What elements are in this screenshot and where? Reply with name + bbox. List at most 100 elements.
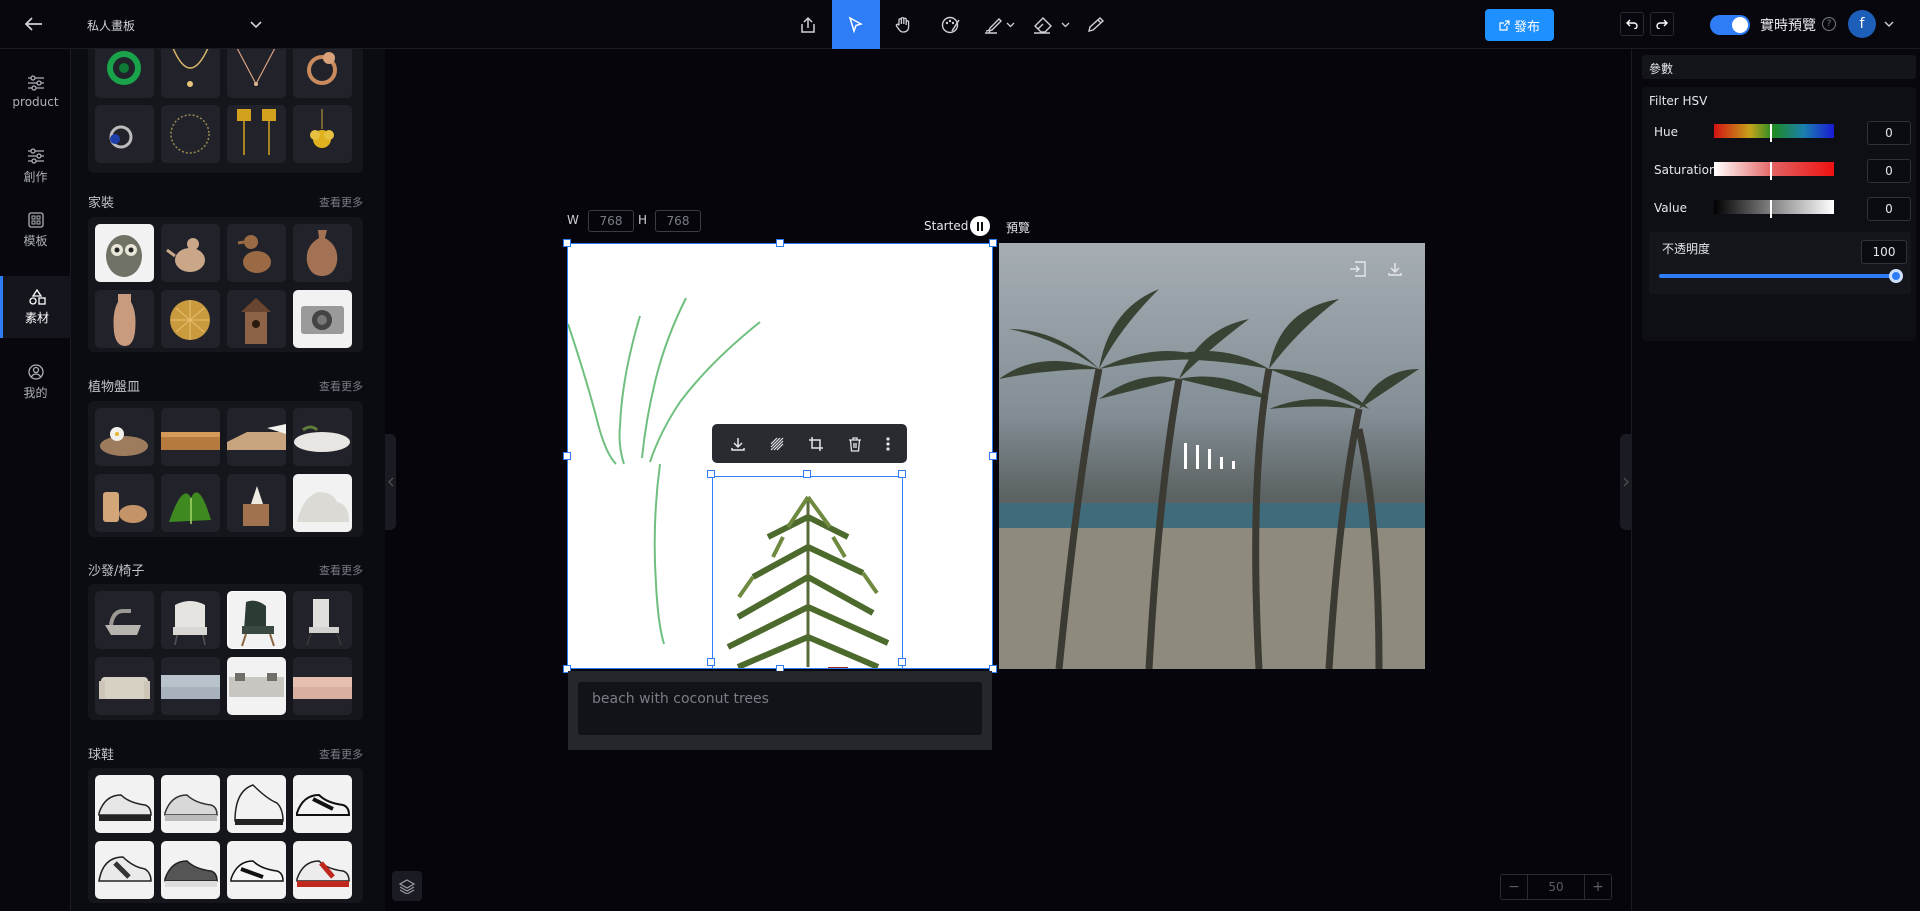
see-more-link[interactable]: 查看更多: [319, 562, 363, 578]
thumb-wood-logs[interactable]: [95, 474, 154, 532]
thumb-sneaker-8[interactable]: [293, 841, 352, 899]
thumb-green-chair[interactable]: [227, 591, 286, 649]
pause-button[interactable]: [970, 216, 990, 236]
realtime-toggle[interactable]: [1710, 15, 1750, 35]
download-icon[interactable]: [730, 436, 746, 452]
thumb-pedestal-leaf[interactable]: [227, 474, 286, 532]
collapse-right-handle[interactable]: [1620, 434, 1631, 530]
download-icon[interactable]: [1387, 261, 1403, 277]
thumb-wood-board[interactable]: [161, 408, 220, 466]
publish-button[interactable]: 發布: [1485, 9, 1554, 41]
thumb-sneaker-1[interactable]: [95, 775, 154, 833]
height-input[interactable]: 768: [655, 210, 701, 232]
thumb-gold-necklace[interactable]: [161, 49, 220, 98]
opacity-slider-thumb[interactable]: [1889, 269, 1903, 283]
pen-icon[interactable]: [1083, 12, 1109, 38]
saturation-value-input[interactable]: 0: [1867, 159, 1911, 183]
crop-icon[interactable]: [808, 436, 824, 452]
eraser-tool-button[interactable]: [1030, 12, 1072, 38]
hand-icon[interactable]: [890, 12, 916, 38]
avatar[interactable]: f: [1848, 10, 1876, 38]
thumb-sneaker-5[interactable]: [95, 841, 154, 899]
see-more-link[interactable]: 查看更多: [319, 378, 363, 394]
object-handle[interactable]: [898, 658, 906, 666]
see-more-link[interactable]: 查看更多: [319, 746, 363, 762]
resize-handle[interactable]: [989, 239, 997, 247]
see-more-link[interactable]: 查看更多: [319, 194, 363, 210]
thumb-recliner[interactable]: [293, 591, 352, 649]
upload-icon[interactable]: [795, 12, 821, 38]
thumb-woven-ball[interactable]: [161, 290, 220, 348]
width-input[interactable]: 768: [588, 210, 634, 232]
thumb-wood-slice-flower[interactable]: [95, 408, 154, 466]
thumb-owl[interactable]: [95, 224, 154, 282]
thumb-wood-vase[interactable]: [95, 290, 154, 348]
zoom-in-button[interactable]: +: [1585, 879, 1611, 895]
thumb-gray-sofa[interactable]: [161, 657, 220, 715]
selected-plant-object[interactable]: [712, 476, 903, 668]
value-slider[interactable]: [1714, 200, 1834, 214]
thumb-jade-bracelet[interactable]: [95, 49, 154, 98]
hue-slider[interactable]: [1714, 124, 1834, 138]
thumb-flower-ring[interactable]: [293, 49, 352, 98]
brush-tool-button[interactable]: [980, 12, 1018, 38]
more-vertical-icon[interactable]: [885, 436, 890, 452]
board-selector[interactable]: 私人畫板: [87, 14, 262, 36]
thumb-clay-vase[interactable]: [293, 224, 352, 282]
trash-icon[interactable]: [847, 436, 863, 452]
opacity-value-input[interactable]: 100: [1861, 240, 1907, 264]
resize-handle[interactable]: [563, 452, 571, 460]
thumb-white-podium[interactable]: [293, 408, 352, 466]
thumb-sneaker-6[interactable]: [161, 841, 220, 899]
nav-item-template[interactable]: 模板: [0, 199, 71, 261]
hue-value-input[interactable]: 0: [1867, 121, 1911, 145]
nav-item-material[interactable]: 素材: [0, 276, 71, 338]
thumb-sneaker-3[interactable]: [227, 775, 286, 833]
thumb-pendant-necklace[interactable]: [227, 49, 286, 98]
value-slider-marker[interactable]: [1770, 200, 1772, 218]
select-tool-button[interactable]: [832, 0, 880, 49]
thumb-sneaker-4[interactable]: [293, 775, 352, 833]
nav-item-create[interactable]: 創作: [0, 135, 71, 197]
thumb-pink-sofa[interactable]: [293, 657, 352, 715]
thumb-birdhouse[interactable]: [227, 290, 286, 348]
hue-slider-marker[interactable]: [1770, 124, 1772, 142]
redo-button[interactable]: [1650, 12, 1674, 36]
resize-handle[interactable]: [989, 452, 997, 460]
thumb-gold-flower-pendant[interactable]: [293, 105, 352, 163]
thumb-sapphire-ring[interactable]: [95, 105, 154, 163]
resize-handle[interactable]: [563, 239, 571, 247]
thumb-lounge-chair[interactable]: [95, 591, 154, 649]
thumb-green-leaves[interactable]: [161, 474, 220, 532]
object-handle[interactable]: [707, 470, 715, 478]
thumb-camera[interactable]: [293, 290, 352, 348]
value-value-input[interactable]: 0: [1867, 197, 1911, 221]
object-handle[interactable]: [803, 470, 811, 478]
thumb-stone-slab[interactable]: [227, 408, 286, 466]
nav-item-product[interactable]: product: [0, 61, 71, 123]
saturation-slider[interactable]: [1714, 162, 1834, 176]
layers-button[interactable]: [392, 871, 422, 901]
nav-item-mine[interactable]: 我的: [0, 351, 71, 413]
object-handle[interactable]: [898, 470, 906, 478]
import-icon[interactable]: [1349, 261, 1367, 277]
zoom-out-button[interactable]: −: [1501, 879, 1527, 895]
chevron-down-icon[interactable]: [1884, 21, 1894, 28]
thumb-white-armchair[interactable]: [161, 591, 220, 649]
thumb-chain-bracelet[interactable]: [161, 105, 220, 163]
thumb-sneaker-2[interactable]: [161, 775, 220, 833]
hatch-icon[interactable]: [769, 436, 785, 452]
opacity-slider-track[interactable]: [1659, 274, 1895, 278]
object-handle[interactable]: [707, 658, 715, 666]
resize-handle[interactable]: [776, 239, 784, 247]
saturation-slider-marker[interactable]: [1770, 162, 1772, 180]
thumb-sneaker-7[interactable]: [227, 841, 286, 899]
thumb-teapot-bird[interactable]: [161, 224, 220, 282]
prompt-input[interactable]: beach with coconut trees: [578, 682, 982, 735]
palette-icon[interactable]: [938, 12, 964, 38]
thumb-wood-duck[interactable]: [227, 224, 286, 282]
collapse-left-handle[interactable]: [385, 434, 396, 530]
thumb-beige-sofa[interactable]: [95, 657, 154, 715]
undo-button[interactable]: [1620, 12, 1644, 36]
help-icon[interactable]: ?: [1822, 17, 1836, 31]
